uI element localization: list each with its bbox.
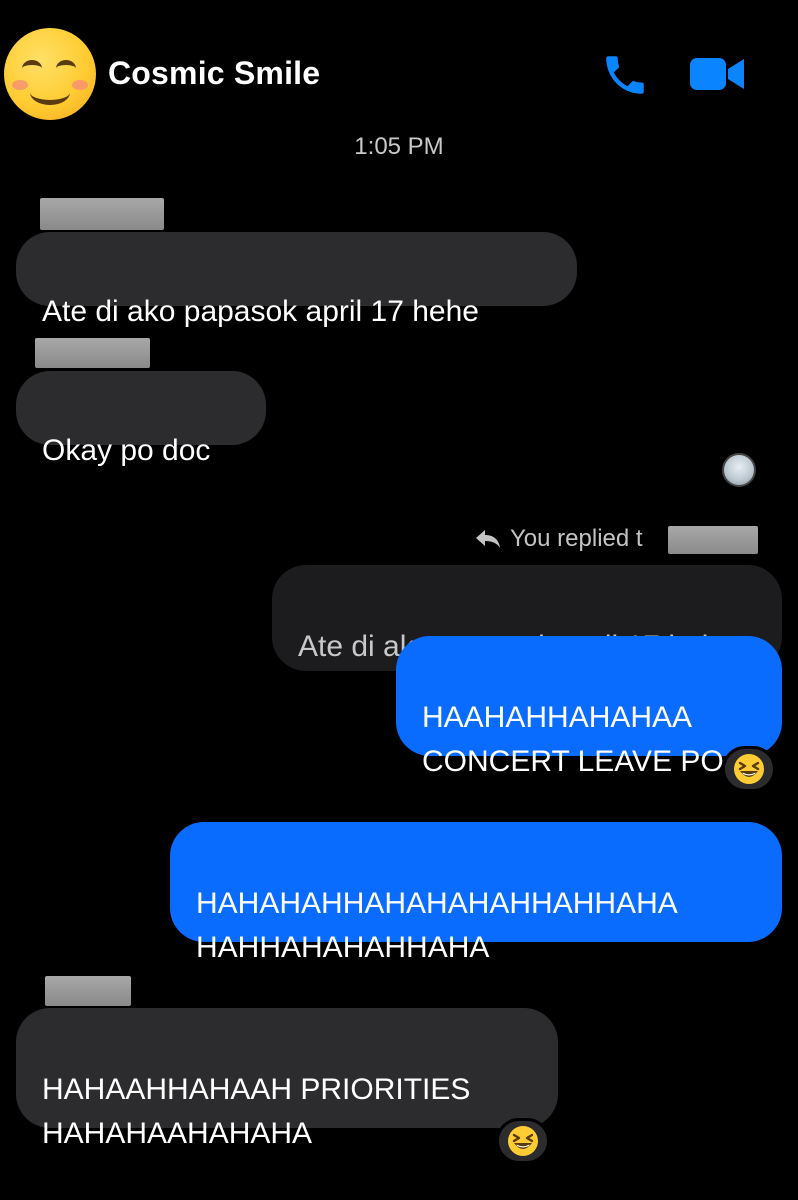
avatar-blush-left [12,80,28,90]
grinning-squinting-face-icon [734,754,764,784]
seen-receipt-avatar [722,453,756,487]
avatar-eye-left [22,60,42,77]
message-text: HAHAHAHHAHAHAHAHHAHHAHA HAHHAHAHAHHAHA [196,887,678,964]
avatar-mouth [30,80,70,105]
incoming-message-bubble[interactable]: Okay po doc [16,371,266,467]
outgoing-message-bubble[interactable]: HAHAHAHHAHAHAHAHHAHHAHA HAHHAHAHAHHAHA [170,822,782,964]
contact-avatar[interactable] [4,28,96,120]
video-camera-icon [690,58,744,90]
redacted-reply-target [668,526,758,554]
incoming-message-bubble[interactable]: Ate di ako papasok april 17 hehe [16,232,577,328]
grinning-squinting-face-icon [508,1126,538,1156]
video-call-button[interactable] [688,52,746,96]
message-text: HAHAAHHAHAAH PRIORITIES HAHAHAAHAHAHA [42,1073,471,1150]
redacted-sender-name [35,338,150,368]
avatar-blush-right [72,80,88,90]
message-text: Ate di ako papasok april 17 hehe [42,295,479,328]
reply-label-text: You replied t [510,525,643,552]
contact-name[interactable]: Cosmic Smile [108,55,320,92]
message-text: Okay po doc [42,434,211,467]
phone-icon [606,56,644,94]
avatar-eye-right [56,60,76,77]
audio-call-button[interactable] [600,50,650,100]
reply-arrow-icon [476,530,500,548]
reply-label: You replied t [474,525,643,553]
redacted-sender-name [40,198,164,230]
outgoing-message-bubble[interactable]: HAAHAHHAHAHAA CONCERT LEAVE PO [396,636,782,778]
message-reaction[interactable] [496,1118,550,1164]
message-text: HAAHAHHAHAHAA CONCERT LEAVE PO [422,701,724,778]
incoming-message-bubble[interactable]: HAHAAHHAHAAH PRIORITIES HAHAHAAHAHAHA [16,1008,558,1150]
message-timestamp: 1:05 PM [354,133,444,160]
message-reaction[interactable] [722,746,776,792]
redacted-sender-name [45,976,131,1006]
